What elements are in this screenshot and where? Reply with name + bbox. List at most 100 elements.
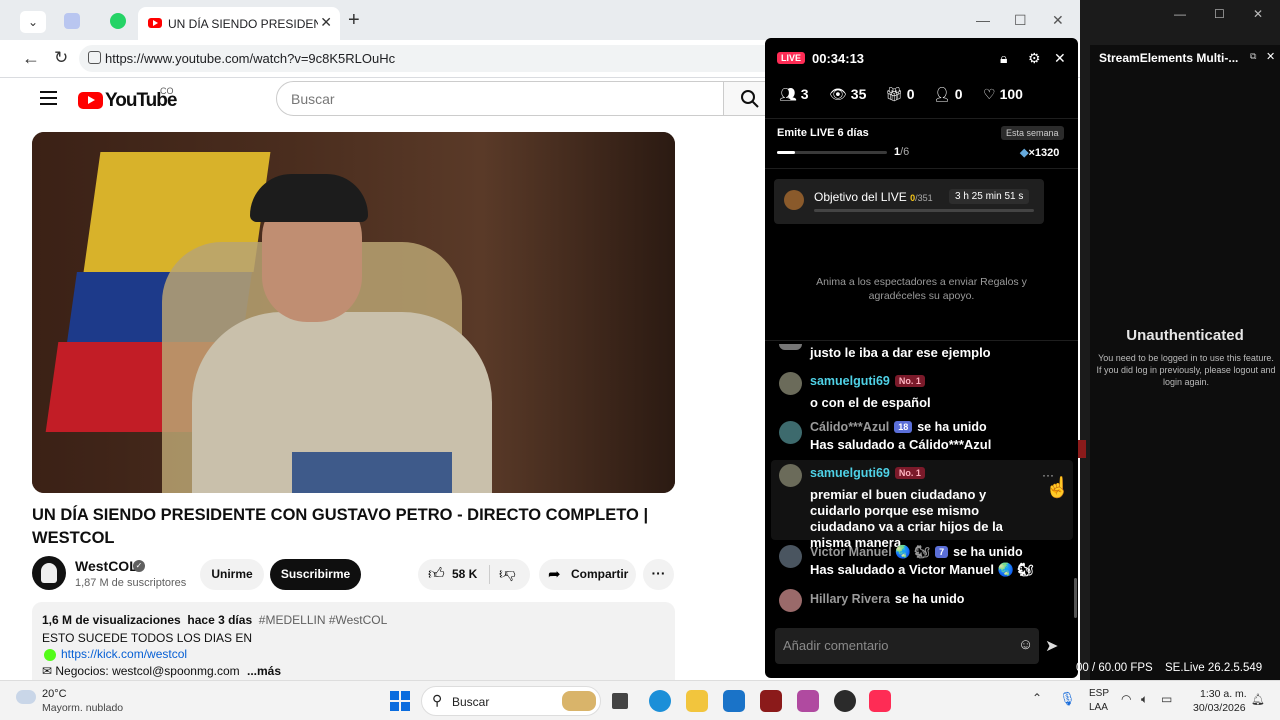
avatar[interactable] (779, 344, 802, 350)
live-goal-card[interactable]: Objetivo del LIVE 0/351 3 h 25 min 51 s (774, 179, 1044, 224)
view-count: 1,6 M de visualizaciones (42, 613, 181, 627)
search-icon: ⚲ (432, 692, 443, 708)
popout-icon[interactable]: ⧉ (1250, 51, 1256, 62)
emoji-icon[interactable]: ☺ (1018, 636, 1033, 653)
unauthenticated-message: You need to be logged in to use this fea… (1096, 353, 1276, 387)
minimize-button[interactable]: — (976, 12, 990, 28)
chat-scrollbar[interactable] (1074, 578, 1077, 618)
tab-youtube[interactable]: UN DÍA SIENDO PRESIDENTE CON GUSTAVO PET… (138, 7, 340, 40)
language-indicator[interactable]: ESP (1089, 688, 1109, 699)
tiktok-icon[interactable] (869, 690, 891, 712)
microphone-icon[interactable]: 🎙︎ (1059, 691, 1076, 707)
edge-icon[interactable] (649, 690, 671, 712)
brave-icon[interactable] (760, 690, 782, 712)
goal-count: 0/351 (910, 193, 933, 203)
close-panel-icon[interactable]: ✕ (1054, 50, 1066, 67)
maximize-button[interactable]: ☐ (1014, 12, 1027, 29)
wifi-icon[interactable]: ◠ (1121, 692, 1131, 706)
goal-icon (784, 190, 804, 210)
chat-username[interactable]: samuelguti69 No. 1 (810, 466, 925, 480)
tray-overflow-icon[interactable]: ⌃ (1032, 691, 1042, 705)
description-link[interactable]: https://kick.com/westcol (61, 647, 187, 661)
more-actions-button[interactable]: ··· (643, 559, 674, 590)
views-count: 35 (850, 86, 867, 102)
hashtags[interactable]: #MEDELLIN #WestCOL (259, 613, 388, 627)
heart-icon: ♡ (983, 86, 996, 102)
notification-icon[interactable]: 🔔︎ (1251, 693, 1265, 706)
weather-temperature[interactable]: 20°C (42, 688, 67, 700)
taskbar-search[interactable]: ⚲ Buscar (421, 686, 601, 716)
keyboard-layout[interactable]: LAA (1089, 702, 1108, 713)
app-icon[interactable] (797, 690, 819, 712)
cloud-icon[interactable] (16, 690, 36, 704)
search-input[interactable]: Buscar (276, 81, 724, 116)
subscribe-button[interactable]: Suscribirme (270, 559, 361, 590)
settings-icon[interactable]: ⚙ (1028, 50, 1041, 67)
channel-avatar[interactable] (32, 556, 66, 590)
maximize-button[interactable]: ☐ (1214, 7, 1225, 21)
close-window-button[interactable]: ✕ (1253, 7, 1263, 21)
add-user-icon: 👤︎ (933, 86, 951, 102)
comment-input[interactable]: Añadir comentario ☺ (775, 628, 1039, 664)
send-icon[interactable]: ➤ (1045, 636, 1058, 656)
like-icon[interactable]: 👍︎ (428, 565, 445, 584)
chat-username[interactable]: Hillary Rivera se ha unido (810, 592, 964, 606)
version-readout: SE.Live 26.2.5.549 (1165, 662, 1263, 674)
menu-icon[interactable] (40, 91, 57, 105)
chat-username[interactable]: Cálido***Azul 18 se ha unido (810, 420, 987, 434)
omnibox[interactable]: https://www.youtube.com/watch?v=9c8K5RLO… (79, 45, 779, 72)
tab-list-dropdown[interactable]: ⌄ (20, 11, 46, 33)
dislike-icon[interactable]: 👍︎ (499, 564, 516, 583)
rank-badge: No. 1 (894, 375, 925, 387)
chat-username[interactable]: Victor Manuel 🌏 🐿 7 se ha unido (810, 545, 1023, 560)
file-explorer-icon[interactable] (686, 690, 708, 712)
description-box[interactable]: 1,6 M de visualizaciones hace 3 días #ME… (32, 602, 675, 680)
share-label: Compartir (571, 567, 629, 581)
weather-description[interactable]: Mayorm. nublado (42, 702, 123, 714)
likes-count: 100 (999, 86, 1023, 102)
gifts-stat: 🎁︎ 0 (885, 86, 915, 103)
taskbar: 20°C Mayorm. nublado ⚲ Buscar ⌃ 🎙︎ ESP L… (0, 680, 1280, 720)
likes-stat: ♡ 100 (983, 86, 1023, 103)
avatar[interactable] (779, 464, 802, 487)
share-button[interactable]: ➦ Compartir (539, 559, 636, 590)
minimize-button[interactable]: — (1174, 7, 1186, 21)
clock-time[interactable]: 1:30 a. m. (1200, 688, 1247, 700)
battery-icon[interactable]: ▭ (1161, 692, 1172, 706)
back-arrow-icon[interactable]: ← (22, 48, 40, 69)
clock-date[interactable]: 30/03/2026 (1193, 702, 1246, 714)
tab-close-icon[interactable]: ✕ (320, 14, 332, 31)
avatar[interactable] (779, 372, 802, 395)
like-count[interactable]: 58 K (452, 567, 477, 581)
lock-icon[interactable]: 🔒︎ (1000, 50, 1007, 67)
show-more-link[interactable]: ...más (247, 664, 281, 678)
avatar[interactable] (779, 589, 802, 612)
tab-strip: ⌄ UN DÍA SIENDO PRESIDENTE CON GUSTAVO P… (0, 0, 1080, 40)
video-player[interactable] (32, 132, 675, 493)
url-text[interactable]: https://www.youtube.com/watch?v=9c8K5RLO… (105, 51, 395, 66)
channel-name[interactable]: WestCOL (75, 558, 138, 574)
live-stats: 👥︎ 3 👁︎ 35 🎁︎ 0 👤︎ 0 ♡ 100 (765, 86, 1078, 106)
upload-date: hace 3 días (187, 613, 253, 627)
search-icon (741, 90, 759, 108)
chat-username[interactable]: samuelguti69 No. 1 (810, 374, 925, 388)
viewers-stat: 👥︎ 3 (779, 86, 809, 103)
chat-message-text: premiar el buen ciudadano y cuidarlo por… (810, 487, 1003, 550)
join-button[interactable]: Unirme (200, 559, 264, 590)
level-badge: 7 (935, 546, 949, 558)
start-button[interactable] (390, 691, 410, 711)
close-window-button[interactable]: ✕ (1052, 12, 1064, 29)
site-info-icon[interactable] (88, 51, 101, 64)
reload-icon[interactable]: ↻ (54, 48, 68, 68)
weekly-bonus: ◆×1320 (1020, 147, 1060, 159)
avatar[interactable] (779, 421, 802, 444)
new-tab-button[interactable]: + (348, 9, 360, 32)
tab-camera-icon[interactable] (64, 13, 80, 29)
store-icon[interactable] (723, 690, 745, 712)
task-view-icon[interactable] (612, 693, 628, 709)
tab-whatsapp-icon[interactable] (110, 13, 126, 29)
avatar[interactable] (779, 545, 802, 568)
close-icon[interactable]: ✕ (1266, 50, 1275, 63)
volume-icon[interactable]: 🔈︎ (1141, 692, 1148, 707)
obs-icon[interactable] (834, 690, 856, 712)
